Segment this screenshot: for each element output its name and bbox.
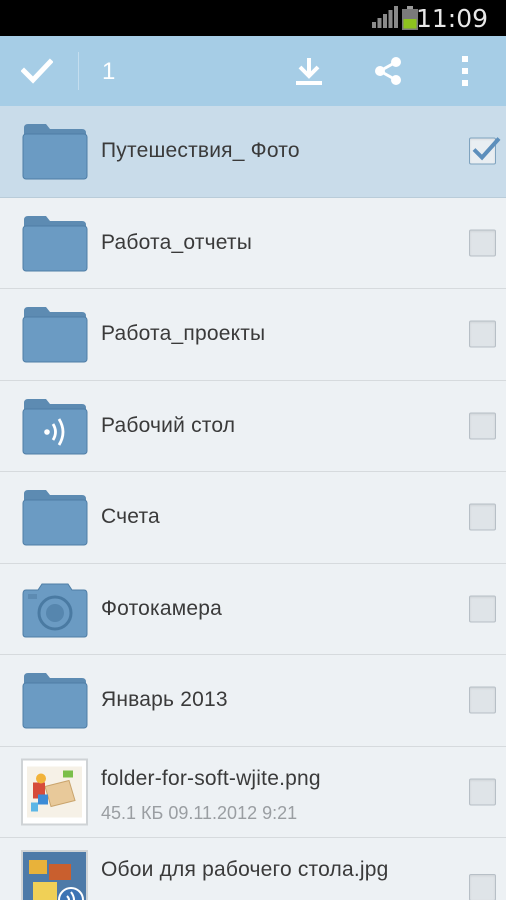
item-title: Январь 2013: [101, 688, 228, 712]
item-title: Рабочий стол: [101, 413, 236, 437]
item-title: Путешествия_ Фото: [101, 139, 300, 163]
share-icon: [375, 57, 401, 85]
item-title: Обои для рабочего стола.jpg: [101, 858, 389, 881]
selected-count: 1: [102, 58, 116, 85]
download-button[interactable]: [277, 36, 341, 106]
item-checkbox[interactable]: [469, 595, 496, 623]
folder-icon: [22, 215, 88, 272]
item-checkbox[interactable]: [469, 412, 496, 440]
list-item[interactable]: Январь 2013: [0, 655, 506, 747]
checkmark-icon: [472, 137, 501, 161]
list-item[interactable]: Счета: [0, 472, 506, 564]
folder-icon: [22, 124, 88, 180]
list-item[interactable]: Работа_проекты: [0, 289, 506, 381]
item-title: Работа_проекты: [101, 322, 266, 346]
shared-folder-icon: [22, 398, 88, 455]
clock: 11:09: [415, 4, 488, 33]
image-thumbnail: [21, 758, 88, 826]
image-thumbnail: [21, 850, 88, 900]
item-title: Счета: [101, 505, 160, 529]
folder-icon: [22, 673, 88, 729]
selection-action-bar: 1: [0, 36, 506, 106]
signal-icon: [372, 6, 398, 28]
item-checkbox[interactable]: [469, 686, 496, 714]
download-icon: [296, 58, 322, 85]
item-meta: 45.1 КБ 09.11.2012 9:21: [101, 802, 298, 823]
list-item[interactable]: Обои для рабочего стола.jpg: [0, 838, 506, 900]
list-item[interactable]: Путешествия_ Фото: [0, 106, 506, 198]
item-checkbox[interactable]: [469, 137, 501, 165]
item-title: Работа_отчеты: [101, 230, 253, 254]
list-item[interactable]: Рабочий стол: [0, 380, 506, 472]
item-checkbox[interactable]: [469, 229, 496, 257]
item-checkbox[interactable]: [469, 320, 496, 348]
checkmark-icon: [21, 58, 53, 84]
done-button[interactable]: [0, 36, 74, 106]
camera-folder-icon: [22, 583, 88, 638]
item-checkbox[interactable]: [469, 503, 496, 531]
list-item[interactable]: folder-for-soft-wjite.png 45.1 КБ 09.11.…: [0, 746, 506, 838]
item-title: folder-for-soft-wjite.png: [101, 766, 321, 790]
divider: [78, 52, 79, 90]
overflow-menu-icon: [462, 56, 468, 86]
list-item[interactable]: Фотокамера: [0, 563, 506, 655]
status-bar: 11:09: [0, 0, 506, 36]
file-list: Путешествия_ Фото Работа_отчеты Работа_п…: [0, 106, 506, 900]
list-item[interactable]: Работа_отчеты: [0, 197, 506, 289]
item-checkbox[interactable]: [469, 778, 496, 806]
image-preview-icon: [27, 766, 82, 818]
item-title: Фотокамера: [101, 596, 223, 620]
overflow-menu-button[interactable]: [433, 36, 497, 106]
folder-icon: [22, 490, 88, 546]
image-preview-icon: [23, 852, 86, 900]
item-checkbox[interactable]: [469, 874, 496, 900]
folder-icon: [22, 307, 88, 363]
share-button[interactable]: [356, 36, 420, 106]
